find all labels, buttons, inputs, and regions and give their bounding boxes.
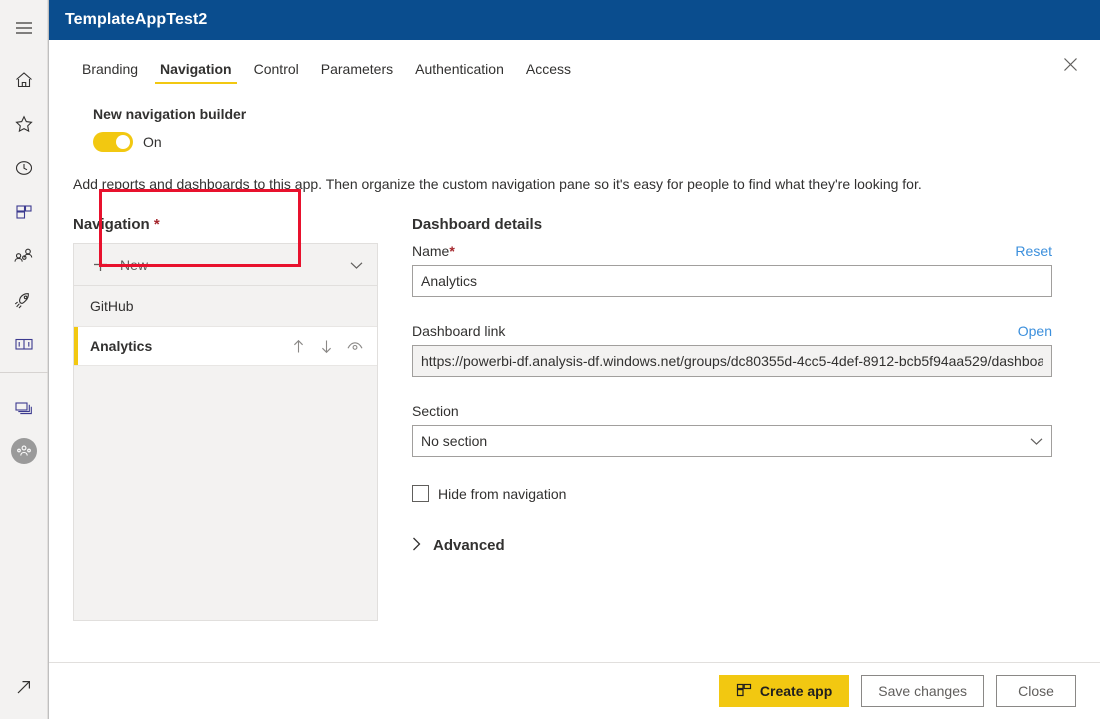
expand-arrow-icon[interactable]: [0, 665, 48, 709]
tab-authentication[interactable]: Authentication: [406, 61, 513, 84]
switch-knob: [116, 135, 130, 149]
navigation-column: Navigation * New: [73, 216, 378, 621]
dashboard-link-field-group: Dashboard link Open: [412, 323, 1052, 377]
visibility-eye-icon[interactable]: [347, 340, 363, 352]
settings-body: New navigation builder On Add reports an…: [49, 84, 1100, 662]
nav-item-actions: [291, 339, 363, 354]
close-icon[interactable]: [1054, 48, 1086, 80]
toggle-state-label: On: [143, 134, 162, 150]
powerbi-app-settings-window: TemplateAppTest2 Branding Navigation Con…: [0, 0, 1100, 719]
left-nav-rail: [0, 0, 48, 719]
save-changes-label: Save changes: [878, 683, 967, 699]
name-field-label: Name*: [412, 243, 455, 259]
hide-from-navigation-checkbox[interactable]: [412, 485, 429, 502]
learn-rocket-icon[interactable]: [0, 278, 48, 322]
tab-branding[interactable]: Branding: [73, 61, 147, 84]
page-title: TemplateAppTest2: [65, 11, 207, 29]
nav-item-label-github: GitHub: [90, 298, 363, 314]
advanced-section-toggle[interactable]: Advanced: [412, 537, 1052, 554]
move-down-icon[interactable]: [319, 339, 334, 354]
dashboard-link-header: Dashboard link Open: [412, 323, 1052, 339]
tab-control[interactable]: Control: [245, 61, 308, 84]
tab-navigation[interactable]: Navigation: [151, 61, 241, 84]
dashboard-link-input[interactable]: [412, 345, 1052, 377]
list-item[interactable]: GitHub: [74, 286, 377, 326]
hide-from-navigation-row[interactable]: Hide from navigation: [412, 485, 1052, 502]
nav-item-label-analytics: Analytics: [90, 338, 291, 354]
close-label: Close: [1018, 683, 1054, 699]
rail-divider: [0, 372, 48, 373]
dashboard-details-column: Dashboard details Name* Reset Dashboard: [412, 216, 1076, 621]
navigation-description: Add reports and dashboards to this app. …: [73, 174, 1076, 194]
section-field-group: Section No section: [412, 403, 1052, 457]
new-navigation-builder-block: New navigation builder On: [73, 96, 277, 164]
reset-link[interactable]: Reset: [1015, 243, 1052, 259]
navigation-heading-text: Navigation: [73, 216, 150, 233]
section-label: Section: [412, 403, 459, 419]
name-field-header: Name* Reset: [412, 243, 1052, 259]
dashboard-link-label: Dashboard link: [412, 323, 505, 339]
shared-with-me-icon[interactable]: [0, 234, 48, 278]
close-button[interactable]: Close: [996, 675, 1076, 707]
section-field-header: Section: [412, 403, 1052, 419]
plus-icon: [90, 257, 110, 272]
name-required-marker: *: [449, 243, 454, 259]
tab-access[interactable]: Access: [517, 61, 580, 84]
app-grid-icon: [736, 682, 752, 701]
settings-tabstrip: Branding Navigation Control Parameters A…: [49, 40, 1100, 84]
section-select[interactable]: No section: [412, 425, 1052, 457]
navigation-heading: Navigation *: [73, 216, 378, 233]
new-navigation-builder-label: New navigation builder: [93, 106, 257, 122]
name-input[interactable]: [412, 265, 1052, 297]
recent-clock-icon[interactable]: [0, 146, 48, 190]
apps-grid-icon[interactable]: [0, 190, 48, 234]
new-item-button[interactable]: New: [74, 244, 377, 286]
hamburger-menu-icon[interactable]: [0, 6, 48, 50]
tab-parameters[interactable]: Parameters: [312, 61, 402, 84]
navigation-columns: Navigation * New: [73, 216, 1076, 621]
open-link[interactable]: Open: [1018, 323, 1052, 339]
section-select-wrap: No section: [412, 425, 1052, 457]
name-field-label-text: Name: [412, 243, 449, 259]
chevron-right-icon: [412, 537, 421, 554]
dashboard-details-heading: Dashboard details: [412, 216, 1052, 233]
home-icon[interactable]: [0, 58, 48, 102]
window-titlebar: TemplateAppTest2: [49, 0, 1100, 40]
advanced-label: Advanced: [433, 537, 505, 554]
save-changes-button[interactable]: Save changes: [861, 675, 984, 707]
move-up-icon[interactable]: [291, 339, 306, 354]
new-navigation-builder-toggle-row: On: [93, 132, 257, 152]
name-field-group: Name* Reset: [412, 243, 1052, 297]
section-select-value: No section: [421, 433, 487, 449]
list-item[interactable]: Analytics: [74, 326, 377, 366]
chevron-down-icon[interactable]: [350, 257, 363, 273]
new-navigation-builder-switch[interactable]: [93, 132, 133, 152]
workspaces-book-icon[interactable]: [0, 322, 48, 366]
new-item-label: New: [120, 257, 350, 273]
dialog-footer: Create app Save changes Close: [49, 662, 1100, 719]
workspace-avatar-icon[interactable]: [0, 429, 48, 473]
favorites-star-icon[interactable]: [0, 102, 48, 146]
navigation-required-marker: *: [154, 216, 160, 233]
app-settings-panel: TemplateAppTest2 Branding Navigation Con…: [48, 0, 1100, 719]
my-workspace-stack-icon[interactable]: [0, 385, 48, 429]
create-app-button[interactable]: Create app: [719, 675, 849, 707]
hide-from-navigation-label: Hide from navigation: [438, 486, 566, 502]
navigation-list: New GitHub Analytics: [73, 243, 378, 621]
create-app-label: Create app: [760, 683, 832, 699]
